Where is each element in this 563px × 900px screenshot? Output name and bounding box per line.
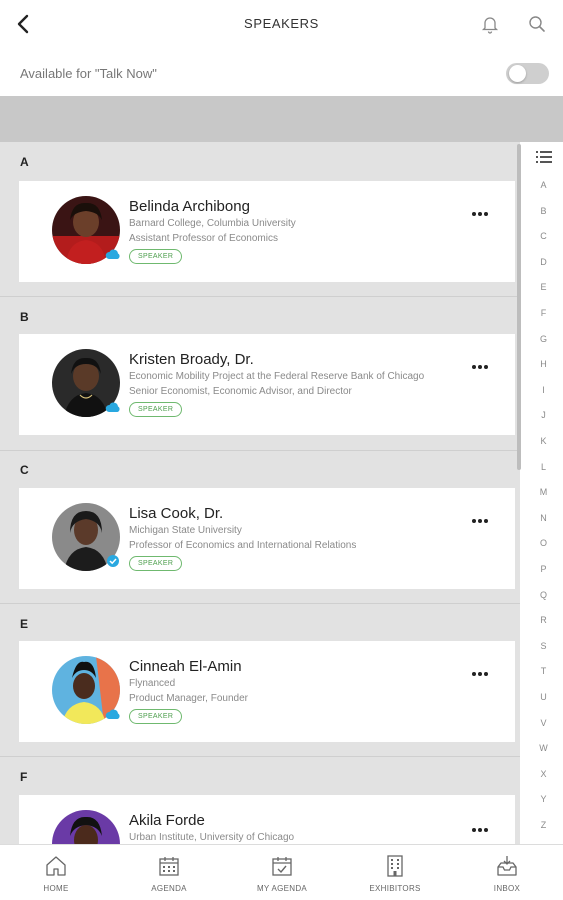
nav-label: MY AGENDA	[256, 884, 308, 893]
search-icon	[529, 16, 545, 32]
index-letter[interactable]: L	[524, 462, 563, 472]
speaker-organization: Michigan State University	[129, 525, 242, 536]
index-letter[interactable]: K	[524, 436, 563, 446]
cloud-icon	[105, 249, 120, 259]
bottom-navigation: HOME AGENDA MY AGENDA EXHIBITORS INBOX	[0, 844, 563, 900]
section-header: F	[20, 770, 28, 784]
cloud-icon	[105, 402, 120, 412]
building-icon	[387, 855, 403, 877]
nav-home[interactable]: HOME	[0, 845, 112, 900]
search-button[interactable]	[525, 12, 549, 36]
section-divider	[0, 450, 520, 451]
talk-now-row: Available for "Talk Now"	[0, 48, 563, 96]
section-divider	[0, 296, 520, 297]
index-letter[interactable]: H	[524, 359, 563, 369]
section-header: E	[20, 617, 29, 631]
speaker-name: Kristen Broady, Dr.	[129, 351, 254, 368]
nav-label: HOME	[43, 884, 69, 893]
speaker-name: Belinda Archibong	[129, 198, 250, 215]
nav-label: INBOX	[493, 884, 521, 893]
index-letter[interactable]: S	[524, 641, 563, 651]
home-icon	[46, 856, 66, 876]
more-options-icon[interactable]	[471, 364, 489, 370]
cloud-icon	[105, 709, 120, 719]
section-header: C	[20, 463, 29, 477]
speaker-tag: SPEAKER	[129, 249, 183, 264]
index-letter[interactable]: M	[524, 487, 563, 497]
speaker-role: Assistant Professor of Economics	[129, 233, 278, 244]
toggle-knob	[509, 65, 526, 82]
speaker-name: Cinneah El-Amin	[129, 658, 242, 675]
index-letter[interactable]: A	[524, 180, 563, 190]
inbox-icon	[497, 856, 517, 876]
index-letter[interactable]: W	[524, 743, 563, 753]
section-header: A	[20, 155, 29, 169]
speaker-tag: SPEAKER	[129, 402, 183, 417]
nav-agenda[interactable]: AGENDA	[113, 845, 225, 900]
index-letter[interactable]: D	[524, 257, 563, 267]
speaker-card[interactable]: Akila Forde Urban Institute, University …	[19, 795, 515, 844]
speaker-list: A Belinda Archibong Barnard College, Col…	[0, 142, 520, 844]
list-icon[interactable]	[536, 150, 552, 164]
speaker-card[interactable]: Lisa Cook, Dr. Michigan State University…	[19, 488, 515, 589]
index-letter[interactable]: V	[524, 718, 563, 728]
index-letter[interactable]: F	[524, 308, 563, 318]
index-letter[interactable]: G	[524, 334, 563, 344]
nav-label: AGENDA	[151, 884, 187, 893]
more-options-icon[interactable]	[471, 671, 489, 677]
speaker-name: Lisa Cook, Dr.	[129, 505, 224, 522]
more-options-icon[interactable]	[471, 518, 489, 524]
index-letter[interactable]: B	[524, 206, 563, 216]
alphabet-index[interactable]: A B C D E F G H I J K L M N O P Q R S T U V W X Y Z	[524, 142, 563, 844]
verified-check-icon	[107, 555, 119, 567]
speaker-card[interactable]: Kristen Broady, Dr. Economic Mobility Pr…	[19, 334, 515, 435]
speaker-role: Senior Economist, Economic Advisor, and …	[129, 386, 352, 397]
notifications-button[interactable]	[478, 12, 502, 36]
section-divider	[0, 756, 520, 757]
index-letter[interactable]: T	[524, 666, 563, 676]
top-app-bar: SPEAKERS	[0, 0, 563, 48]
talk-now-label: Available for "Talk Now"	[20, 66, 157, 81]
calendar-check-icon	[272, 857, 292, 876]
talk-now-toggle[interactable]	[506, 63, 549, 84]
avatar	[52, 810, 120, 844]
index-letter[interactable]: N	[524, 513, 563, 523]
index-letter[interactable]: E	[524, 282, 563, 292]
speaker-card[interactable]: Belinda Archibong Barnard College, Colum…	[19, 181, 515, 282]
index-letter[interactable]: Y	[524, 794, 563, 804]
section-header: B	[20, 310, 29, 324]
nav-my-agenda[interactable]: MY AGENDA	[226, 845, 338, 900]
speaker-organization: Barnard College, Columbia University	[129, 218, 296, 229]
index-letter[interactable]: O	[524, 538, 563, 548]
bell-icon	[481, 17, 499, 34]
index-letter[interactable]: U	[524, 692, 563, 702]
more-options-icon[interactable]	[471, 827, 489, 833]
speaker-role: Product Manager, Founder	[129, 693, 248, 704]
speaker-role: Professor of Economics and International…	[129, 540, 357, 551]
speaker-tag: SPEAKER	[129, 556, 183, 571]
speaker-organization: Economic Mobility Project at the Federal…	[129, 371, 425, 382]
index-letter[interactable]: X	[524, 769, 563, 779]
nav-label: EXHIBITORS	[369, 884, 421, 893]
speaker-tag: SPEAKER	[129, 709, 183, 724]
speaker-card[interactable]: Cinneah El-Amin Flynanced Product Manage…	[19, 641, 515, 742]
more-options-icon[interactable]	[471, 211, 489, 217]
index-letter[interactable]: Q	[524, 590, 563, 600]
filter-bar	[0, 96, 563, 142]
speaker-organization: Urban Institute, University of Chicago	[129, 832, 295, 843]
index-letter[interactable]: Z	[524, 820, 563, 830]
index-letter[interactable]: C	[524, 231, 563, 241]
speaker-organization: Flynanced	[129, 678, 176, 689]
index-letter[interactable]: R	[524, 615, 563, 625]
nav-inbox[interactable]: INBOX	[451, 845, 563, 900]
speaker-name: Akila Forde	[129, 812, 205, 829]
list-scrollbar[interactable]	[517, 144, 521, 470]
index-letter[interactable]: P	[524, 564, 563, 574]
calendar-icon	[159, 857, 179, 876]
nav-exhibitors[interactable]: EXHIBITORS	[339, 845, 451, 900]
section-divider	[0, 603, 520, 604]
index-letter[interactable]: I	[524, 385, 563, 395]
index-letter[interactable]: J	[524, 410, 563, 420]
